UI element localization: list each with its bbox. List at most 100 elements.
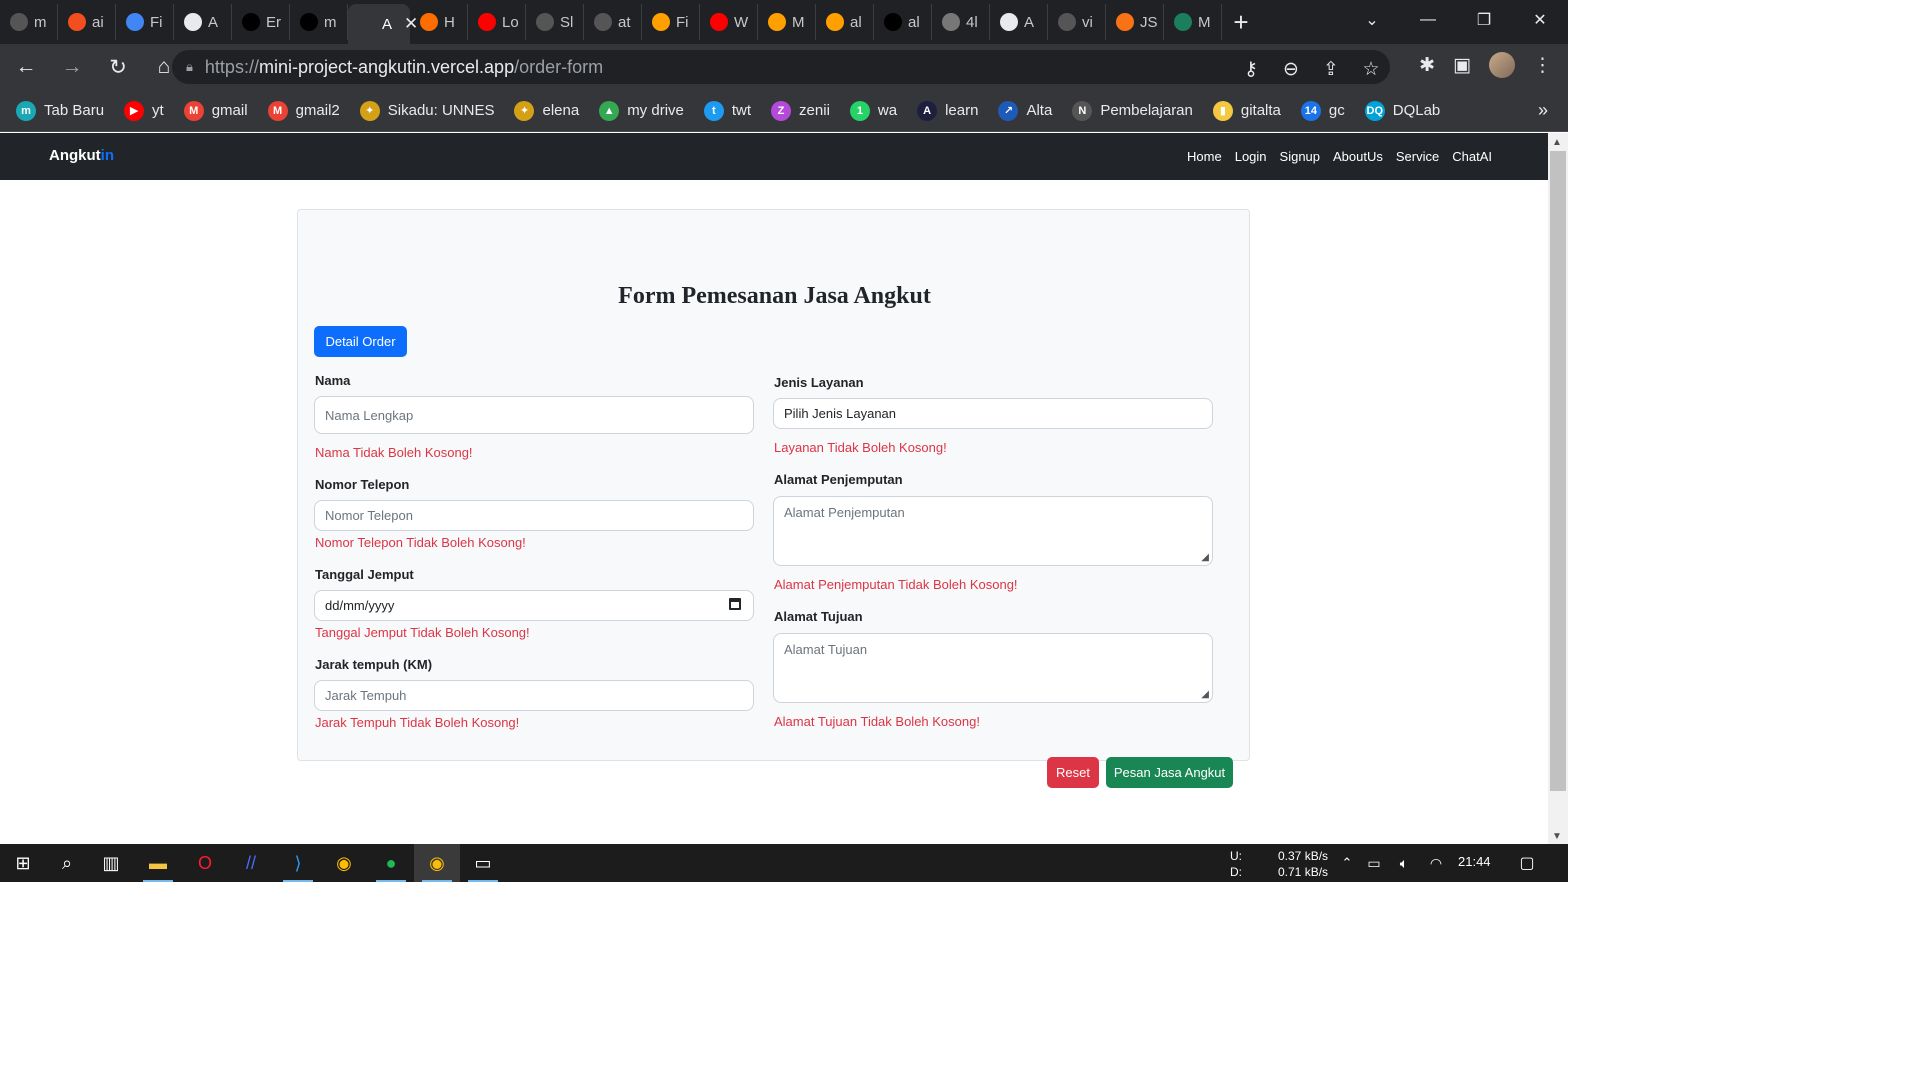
detail-order-button[interactable]: Detail Order bbox=[314, 326, 407, 357]
browser-tab[interactable]: Fi bbox=[642, 4, 700, 40]
scroll-up-icon[interactable]: ▲ bbox=[1552, 137, 1562, 148]
bookmark-item[interactable]: ✦ Sikadu: UNNES bbox=[359, 100, 494, 121]
nav-service[interactable]: Service bbox=[1396, 149, 1439, 164]
nav-chatai[interactable]: ChatAI bbox=[1452, 149, 1492, 164]
menu-icon[interactable]: ⋮ bbox=[1533, 54, 1552, 77]
terminal-icon[interactable]: ▭ bbox=[460, 844, 506, 882]
browser-tab[interactable]: A bbox=[174, 4, 232, 40]
page-scrollbar[interactable]: ▲ ▼ bbox=[1548, 133, 1568, 844]
tujuan-textarea[interactable]: Alamat Tujuan ◢ bbox=[773, 633, 1213, 703]
brand-logo[interactable]: Angkutin bbox=[49, 147, 114, 164]
browser-tab[interactable]: A ✕ bbox=[348, 4, 418, 44]
new-tab-button[interactable]: + bbox=[1222, 4, 1260, 40]
bookmark-item[interactable]: Mgmail2 bbox=[267, 100, 340, 121]
bookmark-item[interactable]: DQ DQLab bbox=[1364, 100, 1440, 121]
extensions-icon[interactable]: ✱ bbox=[1419, 54, 1435, 77]
slash-app-icon[interactable]: // bbox=[228, 844, 274, 882]
browser-tab[interactable]: JS bbox=[1106, 4, 1164, 40]
volume-icon[interactable]: 🔈︎ bbox=[1392, 844, 1416, 882]
layanan-select[interactable]: Pilih Jenis Layanan bbox=[773, 398, 1213, 429]
telepon-input[interactable]: Nomor Telepon bbox=[314, 500, 754, 531]
task-view-icon[interactable]: ▥ bbox=[88, 844, 134, 882]
nama-input[interactable]: Nama Lengkap bbox=[314, 396, 754, 434]
browser-tab[interactable]: M bbox=[1164, 4, 1222, 40]
tab-search-icon[interactable]: ⌄ bbox=[1344, 0, 1400, 40]
browser-tab[interactable]: m bbox=[0, 4, 58, 40]
calendar-icon[interactable] bbox=[729, 598, 741, 610]
bookmark-item[interactable]: Zzenii bbox=[771, 100, 830, 121]
bookmark-item[interactable]: 1 wa bbox=[849, 100, 897, 121]
jemput-textarea[interactable]: Alamat Penjemputan ◢ bbox=[773, 496, 1213, 566]
zoom-icon[interactable]: ⊖ bbox=[1280, 58, 1302, 81]
more-bookmarks-icon[interactable]: » bbox=[1538, 100, 1548, 121]
resize-grip-icon[interactable]: ◢ bbox=[1201, 552, 1209, 563]
browser-tab[interactable]: Sl bbox=[526, 4, 584, 40]
scrollbar-thumb[interactable] bbox=[1550, 151, 1566, 791]
minimize-icon[interactable]: — bbox=[1400, 0, 1456, 40]
wifi-icon[interactable]: ◠ bbox=[1424, 844, 1448, 882]
bookmark-item[interactable]: ▶ yt bbox=[124, 100, 164, 121]
browser-tab[interactable]: H bbox=[410, 4, 468, 40]
bookmark-item[interactable]: 14 gc bbox=[1300, 100, 1345, 121]
file-explorer-icon[interactable]: ▬ bbox=[135, 844, 181, 882]
bookmark-item[interactable]: ↗ Alta bbox=[998, 100, 1052, 121]
bookmark-item[interactable]: ✦ elena bbox=[514, 100, 579, 121]
chrome-icon[interactable]: ◉ bbox=[321, 844, 367, 882]
browser-tab[interactable]: Lo bbox=[468, 4, 526, 40]
share-icon[interactable]: ⇪ bbox=[1320, 58, 1342, 81]
side-panel-icon[interactable]: ▣ bbox=[1453, 54, 1471, 77]
vscode-icon[interactable]: ⟩ bbox=[275, 844, 321, 882]
tanggal-input[interactable]: dd/mm/yyyy bbox=[314, 590, 754, 621]
submit-order-button[interactable]: Pesan Jasa Angkut bbox=[1106, 757, 1233, 788]
opera-icon[interactable]: O bbox=[182, 844, 228, 882]
resize-grip-icon[interactable]: ◢ bbox=[1201, 689, 1209, 700]
back-icon[interactable]: ← bbox=[6, 47, 46, 87]
restore-icon[interactable]: ❐ bbox=[1456, 0, 1512, 40]
bookmark-item[interactable]: m Tab Baru bbox=[16, 100, 104, 121]
close-window-icon[interactable]: ✕ bbox=[1512, 0, 1568, 40]
reload-icon[interactable]: ↻ bbox=[98, 47, 138, 87]
layanan-label: Jenis Layanan bbox=[774, 375, 864, 390]
nav-aboutus[interactable]: AboutUs bbox=[1333, 149, 1383, 164]
browser-tab[interactable]: at bbox=[584, 4, 642, 40]
spotify-icon[interactable]: ● bbox=[368, 844, 414, 882]
address-bar[interactable]: 🔒︎ https://mini-project-angkutin.vercel.… bbox=[172, 50, 1390, 84]
nav-home[interactable]: Home bbox=[1187, 149, 1222, 164]
browser-tab[interactable]: vi bbox=[1048, 4, 1106, 40]
profile-avatar[interactable] bbox=[1489, 52, 1515, 78]
search-icon[interactable]: ⌕ bbox=[44, 844, 90, 882]
key-icon[interactable]: ⚷ bbox=[1240, 58, 1262, 81]
windows-start-icon[interactable]: ⊞ bbox=[0, 844, 46, 882]
browser-tab[interactable]: Fi bbox=[116, 4, 174, 40]
clock[interactable]: 21:44 bbox=[1458, 854, 1491, 869]
reset-button[interactable]: Reset bbox=[1047, 757, 1099, 788]
bookmark-item[interactable]: ▲ my drive bbox=[599, 100, 684, 121]
browser-tab[interactable]: al bbox=[816, 4, 874, 40]
browser-tab[interactable]: W bbox=[700, 4, 758, 40]
bookmark-item[interactable]: t twt bbox=[703, 100, 751, 121]
bookmark-icon: ✦ bbox=[359, 100, 380, 121]
browser-tab[interactable]: al bbox=[874, 4, 932, 40]
nav-login[interactable]: Login bbox=[1235, 149, 1267, 164]
browser-tab[interactable]: 4l bbox=[932, 4, 990, 40]
jarak-input[interactable]: Jarak Tempuh bbox=[314, 680, 754, 711]
bookmark-star-icon[interactable]: ☆ bbox=[1360, 58, 1382, 81]
browser-tab[interactable]: A bbox=[990, 4, 1048, 40]
bookmark-icon: ▲ bbox=[599, 100, 620, 121]
bookmark-item[interactable]: N Pembelajaran bbox=[1072, 100, 1193, 121]
browser-tab[interactable]: m bbox=[290, 4, 348, 40]
scroll-down-icon[interactable]: ▼ bbox=[1552, 831, 1562, 842]
battery-icon[interactable]: ▭ bbox=[1362, 844, 1386, 882]
chrome-active-icon[interactable]: ◉ bbox=[414, 844, 460, 882]
tray-chevron-icon[interactable]: ⌃ bbox=[1335, 844, 1359, 882]
browser-tab[interactable]: ai bbox=[58, 4, 116, 40]
net-rates: 0.37 kB/s 0.71 kB/s bbox=[1278, 848, 1328, 880]
browser-tab[interactable]: Er bbox=[232, 4, 290, 40]
nav-signup[interactable]: Signup bbox=[1280, 149, 1320, 164]
bookmark-item[interactable]: Mgmail bbox=[183, 100, 248, 121]
bookmark-item[interactable]: ▮ gitalta bbox=[1212, 100, 1281, 121]
notifications-icon[interactable]: ▢ bbox=[1510, 844, 1544, 882]
bookmark-item[interactable]: Alearn bbox=[917, 100, 978, 121]
browser-tab[interactable]: M bbox=[758, 4, 816, 40]
forward-icon[interactable]: → bbox=[52, 47, 92, 87]
